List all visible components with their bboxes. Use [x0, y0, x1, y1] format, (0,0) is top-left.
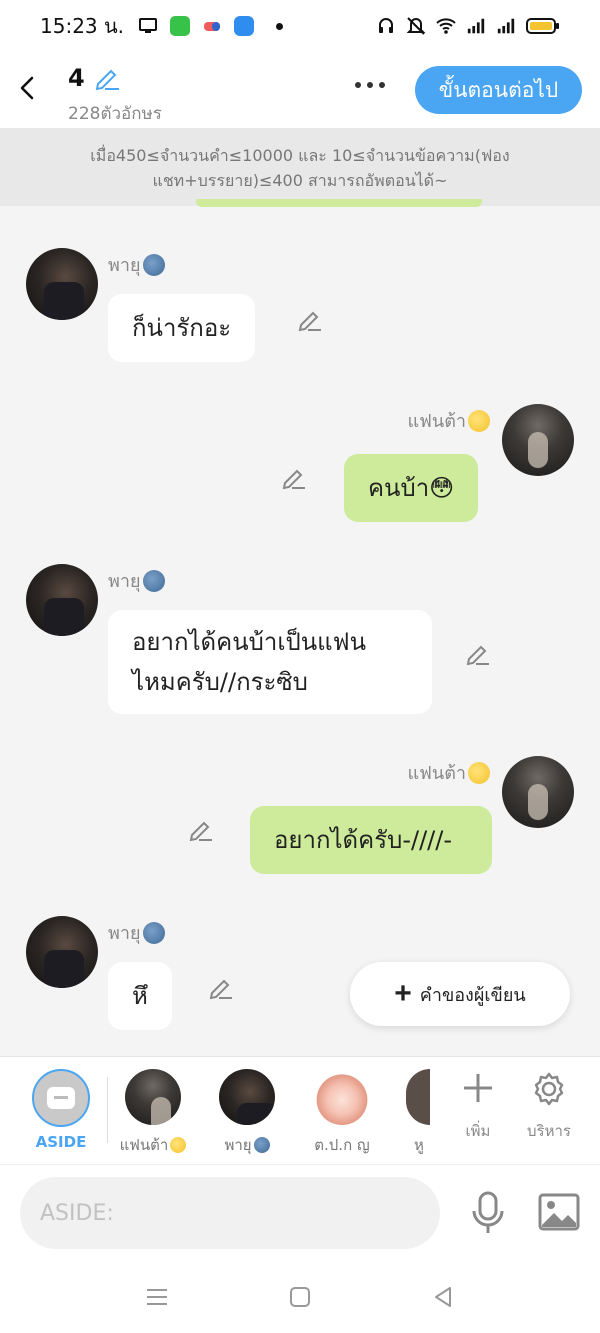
game-icon [204, 22, 221, 31]
sender-name: พายุ [108, 250, 165, 279]
menu-icon[interactable] [144, 1284, 170, 1310]
sender-name: พายุ [108, 918, 165, 947]
avatar [219, 1069, 275, 1125]
status-time: 15:23 น. [40, 14, 125, 38]
character-partial-label: หู [414, 1136, 424, 1154]
manage-characters-button[interactable]: บริหาร [519, 1071, 579, 1143]
wifi-icon [436, 18, 456, 34]
avatar [125, 1069, 181, 1125]
divider [107, 1077, 108, 1143]
character-aside[interactable]: ASIDE [30, 1069, 92, 1151]
new-moon-face-emoji-icon [253, 1137, 270, 1153]
avatar [314, 1069, 370, 1125]
app-icon [234, 16, 255, 36]
aside-icon [32, 1069, 90, 1127]
sender-name: พายุ [108, 566, 165, 595]
character-count: 228ตัวอักษร [68, 104, 162, 124]
status-bar: 15:23 น. [0, 0, 600, 52]
face-emoji-icon [170, 1137, 187, 1153]
new-moon-face-emoji-icon [142, 253, 165, 276]
editor-header: 4 228ตัวอักษร ขั้นตอนต่อไป [0, 52, 600, 128]
character-fanta[interactable]: แฟนต้า [118, 1069, 188, 1157]
character-tpk[interactable]: ต.ป.ก ญ [306, 1069, 378, 1157]
battery-icon [526, 18, 559, 34]
signal-icon [467, 18, 485, 34]
chat-bubble[interactable]: คนบ้า😳 [344, 454, 479, 522]
sender-name: แฟนต้า [408, 406, 490, 435]
sender-name: แฟนต้า [408, 758, 490, 787]
system-navigation-bar [0, 1264, 600, 1333]
face-emoji-icon [468, 409, 490, 432]
back-arrow-icon[interactable] [14, 74, 42, 102]
screen-mirror-icon [139, 18, 158, 33]
upload-requirement-notice: เมื่อ450≤จำนวนคำ≤10000 และ 10≤จำนวนข้อคว… [0, 128, 600, 206]
new-moon-face-emoji-icon [142, 921, 165, 944]
status-system-icons [376, 16, 560, 36]
episode-number: 4 [68, 64, 85, 92]
signal-icon [497, 18, 515, 34]
chat-area[interactable]: พายุ ก็น่ารักอะ แฟนต้า คนบ้า😳 พายุ อยากไ… [0, 206, 600, 1056]
edit-message-icon[interactable] [187, 816, 215, 844]
edit-message-icon[interactable] [464, 640, 492, 668]
status-notification-icons [138, 16, 284, 36]
new-moon-face-emoji-icon [142, 569, 165, 592]
message-input-bar [0, 1164, 600, 1264]
edit-message-icon[interactable] [296, 306, 324, 334]
microphone-icon[interactable] [470, 1191, 506, 1235]
more-options-icon[interactable] [355, 82, 385, 88]
character-selector: ASIDE แฟนต้า พายุ ต.ป.ก ญ หู เพิ่ม บริหา… [0, 1056, 600, 1164]
plus-icon: + [394, 977, 412, 1010]
avatar-partial[interactable] [406, 1069, 430, 1125]
home-icon[interactable] [287, 1284, 313, 1310]
avatar-fanta[interactable] [502, 756, 574, 828]
mute-icon [406, 17, 426, 35]
avatar-payu[interactable] [26, 916, 98, 988]
chat-bubble[interactable]: อยากได้ครับ-////- [250, 806, 492, 874]
headset-icon [379, 18, 393, 33]
back-triangle-icon[interactable] [430, 1284, 456, 1310]
avatar-fanta[interactable] [502, 404, 574, 476]
next-step-button[interactable]: ขั้นตอนต่อไป [415, 66, 582, 114]
edit-message-icon[interactable] [280, 464, 308, 492]
gear-icon [534, 1072, 564, 1106]
message-input[interactable] [20, 1177, 440, 1249]
avatar-payu[interactable] [26, 564, 98, 636]
dot-icon [276, 22, 284, 30]
face-emoji-icon [468, 761, 490, 784]
author-note-button[interactable]: + คำของผู้เขียน [350, 962, 570, 1026]
episode-title[interactable]: 4 [68, 64, 121, 92]
avatar-payu[interactable] [26, 248, 98, 320]
chat-bubble[interactable]: อยากได้คนบ้าเป็นแฟน ไหมครับ//กระซิบ [108, 610, 432, 714]
edit-message-icon[interactable] [207, 974, 235, 1002]
image-icon[interactable] [538, 1193, 580, 1231]
chat-bubble[interactable]: หึ [108, 962, 172, 1030]
edit-pencil-icon[interactable] [93, 64, 121, 92]
app-icon [170, 16, 191, 36]
add-character-button[interactable]: เพิ่ม [448, 1071, 508, 1143]
plus-icon [464, 1074, 492, 1102]
chat-bubble[interactable]: ก็น่ารักอะ [108, 294, 256, 362]
character-payu[interactable]: พายุ [212, 1069, 282, 1157]
